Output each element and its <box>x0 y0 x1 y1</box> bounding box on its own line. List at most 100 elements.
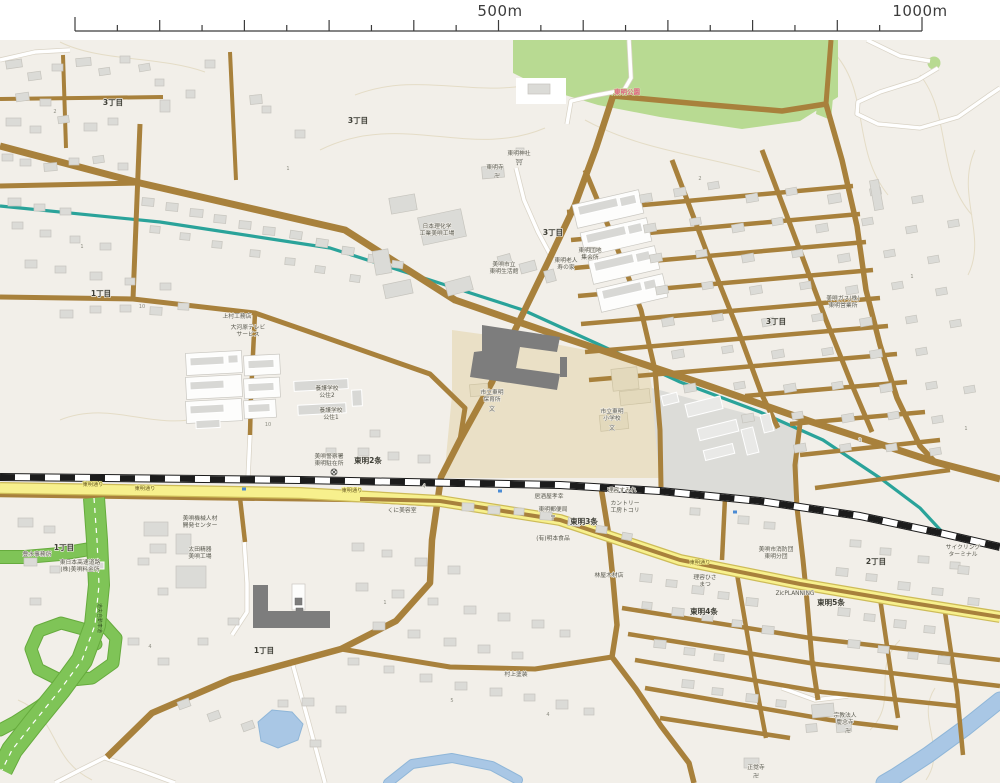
building <box>869 349 882 359</box>
building <box>883 249 895 258</box>
map-label: 東明公園 <box>614 87 641 96</box>
building <box>596 525 608 533</box>
map-label: 東明団地 <box>578 246 601 254</box>
map-label: 集会所 <box>581 253 599 261</box>
map-label: 5 <box>450 698 453 704</box>
building <box>178 303 189 311</box>
building <box>250 250 261 258</box>
map-label: 養護学校 <box>315 384 338 392</box>
map-label: 宗教法人 <box>833 711 856 719</box>
building <box>55 266 66 273</box>
map-label: 2 <box>698 176 701 182</box>
building <box>649 253 662 263</box>
building <box>878 646 890 654</box>
building <box>58 115 70 123</box>
map-label: 東明分団 <box>764 552 787 560</box>
building <box>643 223 656 233</box>
map-label: 卍 <box>845 728 851 735</box>
building <box>128 638 139 645</box>
building <box>388 452 399 460</box>
map-label: 村上塗装 <box>504 670 527 678</box>
map-label: 美唄機械人材 <box>183 514 218 522</box>
building <box>263 226 276 235</box>
building <box>711 313 723 322</box>
building <box>370 430 380 437</box>
building <box>838 607 851 616</box>
school-building-wing <box>560 357 567 377</box>
map-label: 2丁目 <box>866 557 886 566</box>
building <box>2 154 13 161</box>
building <box>783 383 796 393</box>
building <box>76 57 92 66</box>
building <box>118 163 128 170</box>
bus-stop-dot <box>733 511 737 514</box>
building <box>448 566 460 574</box>
building <box>150 226 161 234</box>
building <box>30 126 41 133</box>
building <box>880 548 891 556</box>
map-label: 日本理化学 <box>423 222 452 230</box>
building <box>894 619 907 628</box>
map-label: 3丁目 <box>348 116 368 125</box>
building <box>841 413 854 423</box>
map-label: 4 <box>546 712 549 718</box>
map-label: 公住2 <box>319 391 335 399</box>
building <box>315 265 326 273</box>
building <box>771 217 783 226</box>
building <box>929 447 941 456</box>
building <box>295 130 305 138</box>
building <box>384 666 394 673</box>
building <box>44 526 55 533</box>
bus-stop-dot <box>498 490 502 493</box>
building <box>248 382 274 391</box>
building <box>488 506 500 514</box>
building <box>120 305 131 312</box>
scale-label-1000m: 1000m <box>875 2 965 20</box>
building <box>584 708 594 715</box>
building <box>771 349 784 359</box>
building <box>887 411 899 420</box>
map-label: くに美容室 <box>388 506 417 514</box>
building <box>746 597 759 606</box>
map-label: 1 <box>964 426 967 432</box>
map-viewport[interactable]: 3丁目3丁目3丁目3丁目1丁目1丁目1丁目2丁目東明2条東明3条東明4条東明5条… <box>0 40 1000 783</box>
building <box>352 390 363 407</box>
map-label: 東明営業所 <box>829 301 858 309</box>
map-canvas[interactable]: 3丁目3丁目3丁目3丁目1丁目1丁目1丁目2丁目東明2条東明3条東明4条東明5条… <box>0 40 1000 783</box>
building <box>721 345 733 354</box>
building <box>464 606 476 614</box>
road <box>0 183 140 186</box>
building <box>214 214 227 223</box>
map-label: 美唄ガス(株) <box>826 294 860 302</box>
building <box>695 249 707 258</box>
building <box>248 359 274 368</box>
building <box>963 385 975 394</box>
building <box>356 583 368 591</box>
building <box>864 614 876 622</box>
building <box>196 419 220 428</box>
map-label: 養護学校 <box>319 406 342 414</box>
map-label: (有)明本食品 <box>536 534 570 542</box>
map-label: 寿の家 <box>557 263 575 271</box>
map-label: 10 <box>139 304 145 310</box>
building <box>611 367 639 392</box>
building <box>621 532 632 541</box>
building <box>60 208 71 215</box>
building <box>673 187 686 197</box>
map-label: 理容ひさ <box>693 573 716 581</box>
building <box>392 590 404 598</box>
building <box>837 253 850 263</box>
map-label: 市立東明 <box>600 407 623 415</box>
building <box>248 403 270 412</box>
map-label: 2 <box>53 109 56 115</box>
map-label: 3丁目 <box>103 98 123 107</box>
building <box>712 688 724 696</box>
building <box>639 193 652 203</box>
building <box>69 158 79 165</box>
building <box>190 356 224 366</box>
building <box>190 380 224 390</box>
building <box>40 230 51 237</box>
map-label: 美唄市立 <box>492 260 515 268</box>
building <box>180 233 191 241</box>
building <box>528 84 550 94</box>
